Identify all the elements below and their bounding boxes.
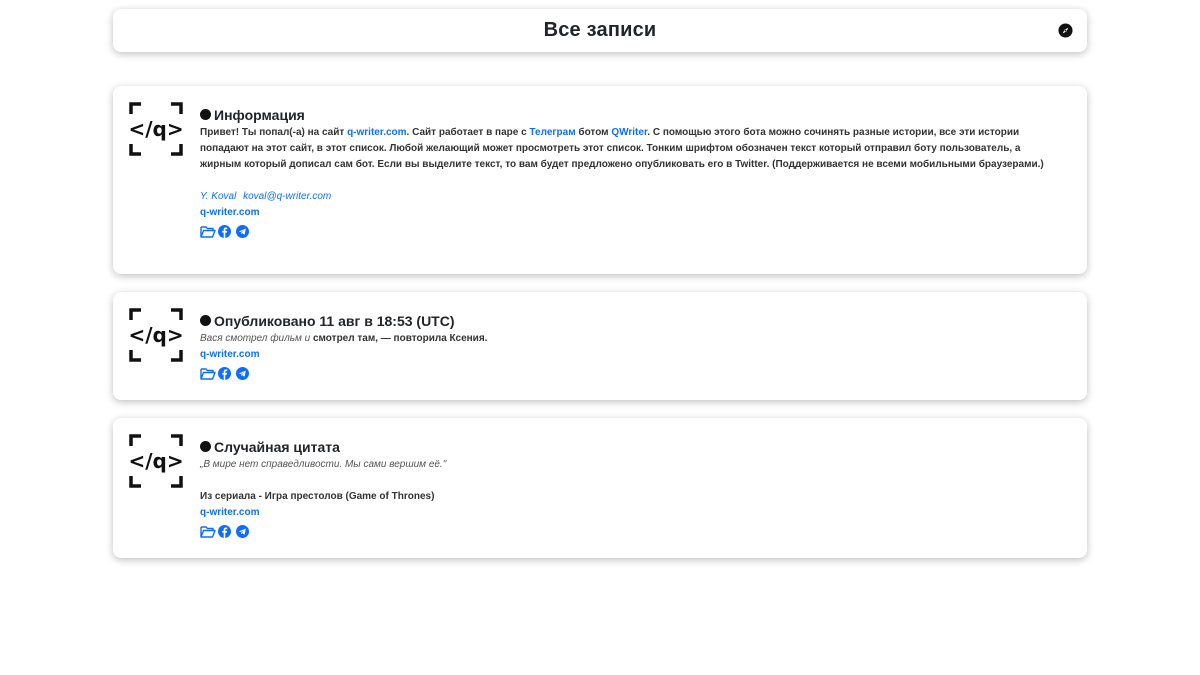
qwriter-logo: </q>: [129, 308, 183, 362]
bullet-icon: [200, 109, 211, 120]
share-icons: [200, 224, 1060, 238]
facebook-icon[interactable]: [218, 366, 233, 380]
card-site-link[interactable]: q-writer.com: [200, 347, 1060, 363]
page-title: Все записи: [543, 19, 657, 41]
share-icons: [200, 366, 1060, 380]
card-title-text: Опубликовано 11 авг в 18:53 (UTC): [214, 312, 455, 329]
bullet-icon: [200, 441, 211, 452]
card-site-link[interactable]: q-writer.com: [200, 505, 1060, 521]
svg-text:</q>: </q>: [129, 117, 183, 141]
compass-icon[interactable]: [1058, 23, 1073, 38]
quote-card: </q> Случайная цитата „В мире нет справе…: [113, 418, 1087, 558]
card-title: Случайная цитата: [200, 438, 1060, 455]
info-card: </q> Информация Привет! Ты попал(-а) на …: [113, 86, 1087, 274]
telegram-link[interactable]: Телеграм: [529, 127, 575, 138]
svg-text:</q>: </q>: [129, 323, 183, 347]
user-text: Вася смотрел фильм и: [200, 333, 313, 344]
telegram-icon[interactable]: [236, 524, 251, 538]
author-line: Y. Koval koval@q-writer.com: [200, 189, 1060, 205]
telegram-icon[interactable]: [236, 224, 251, 238]
qwriter-logo: </q>: [129, 102, 183, 156]
author-name: Y. Koval: [200, 191, 237, 202]
folder-icon[interactable]: [200, 525, 216, 538]
card-title: Опубликовано 11 авг в 18:53 (UTC): [200, 312, 1060, 329]
bot-link[interactable]: QWriter: [611, 127, 647, 138]
folder-icon[interactable]: [200, 225, 216, 238]
info-text-part: Привет! Ты попал(-а) на сайт: [200, 127, 348, 138]
info-text: Привет! Ты попал(-а) на сайт q-writer.co…: [200, 125, 1060, 173]
card-site-link[interactable]: q-writer.com: [200, 205, 1060, 221]
facebook-icon[interactable]: [218, 524, 233, 538]
author-email[interactable]: koval@q-writer.com: [243, 191, 331, 202]
quote-text: „В мире нет справедливости. Мы сами верш…: [200, 457, 1060, 473]
quote-source: Из сериала - Игра престолов (Game of Thr…: [200, 491, 435, 502]
info-text-part: . Сайт работает в паре с: [406, 127, 530, 138]
bullet-icon: [200, 315, 211, 326]
info-text-part: ботом: [575, 127, 612, 138]
svg-text:</q>: </q>: [129, 449, 183, 473]
telegram-icon[interactable]: [236, 366, 251, 380]
header-bar: Все записи: [113, 9, 1087, 52]
facebook-icon[interactable]: [218, 224, 233, 238]
site-link[interactable]: q-writer.com: [347, 127, 406, 138]
folder-icon[interactable]: [200, 367, 216, 380]
card-title: Информация: [200, 106, 1060, 123]
qwriter-logo: </q>: [129, 434, 183, 488]
quote: „В мире нет справедливости. Мы сами верш…: [200, 459, 447, 470]
story-card: </q> Опубликовано 11 авг в 18:53 (UTC) В…: [113, 292, 1087, 400]
bot-text: смотрел там, — повторила Ксения.: [312, 333, 488, 344]
card-title-text: Информация: [214, 106, 305, 123]
story-text: Вася смотрел фильм и смотрел там, — повт…: [200, 331, 1060, 347]
card-title-text: Случайная цитата: [214, 438, 340, 455]
share-icons: [200, 524, 1060, 538]
